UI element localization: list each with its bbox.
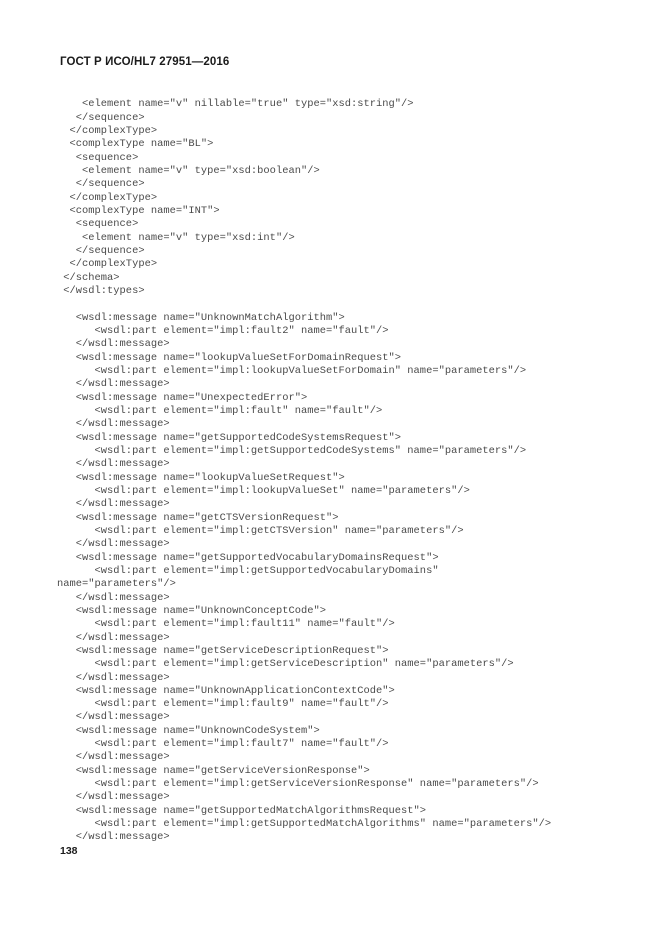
code-line: <complexType name="BL"> <box>57 138 214 151</box>
code-line: <wsdl:part element="impl:lookupValueSet"… <box>57 484 470 497</box>
code-line: <wsdl:part element="impl:getSupportedMat… <box>57 818 552 831</box>
code-line: <wsdl:message name="lookupValueSetReques… <box>57 471 345 484</box>
code-line: <wsdl:part element="impl:fault9" name="f… <box>57 698 389 711</box>
code-line: </wsdl:message> <box>57 631 170 644</box>
code-line: </wsdl:message> <box>57 378 170 391</box>
code-line: </sequence> <box>57 178 145 191</box>
code-line: <wsdl:part element="impl:fault7" name="f… <box>57 738 389 751</box>
code-line: </wsdl:message> <box>57 831 170 844</box>
code-line: <wsdl:message name="getServiceDescriptio… <box>57 644 389 657</box>
code-line: </sequence> <box>57 111 145 124</box>
code-line: <wsdl:message name="UnknownCodeSystem"> <box>57 724 320 737</box>
code-line: </complexType> <box>57 258 158 271</box>
code-line: <wsdl:message name="getSupportedVocabula… <box>57 551 439 564</box>
code-line: <element name="v" type="xsd:boolean"/> <box>57 165 320 178</box>
code-line: <wsdl:part element="impl:getServiceVersi… <box>57 778 539 791</box>
code-line: </wsdl:message> <box>57 711 170 724</box>
code-line: <element name="v" type="xsd:int"/> <box>57 231 295 244</box>
code-line: </wsdl:message> <box>57 591 170 604</box>
code-line: </wsdl:message> <box>57 418 170 431</box>
code-line: </wsdl:message> <box>57 338 170 351</box>
code-line: <wsdl:message name="UnknownConceptCode"> <box>57 604 326 617</box>
code-line: <sequence> <box>57 218 139 231</box>
code-line: </sequence> <box>57 245 145 257</box>
code-line: </wsdl:message> <box>57 751 170 764</box>
code-line: <wsdl:part element="impl:getSupportedCod… <box>57 444 527 457</box>
wsdl-code-listing: <element name="v" nillable="true" type="… <box>57 98 637 844</box>
code-line: <wsdl:message name="getCTSVersionRequest… <box>57 511 339 524</box>
code-line: <wsdl:part element="impl:getSupportedVoc… <box>57 564 439 577</box>
code-line: <wsdl:part element="impl:fault" name="fa… <box>57 404 383 417</box>
code-line: </wsdl:types> <box>57 284 145 297</box>
code-line: </wsdl:message> <box>57 538 170 551</box>
code-line: <wsdl:message name="UnexpectedError"> <box>57 391 308 404</box>
code-line: <wsdl:part element="impl:getCTSVersion" … <box>57 524 464 537</box>
code-line: <wsdl:message name="getServiceVersionRes… <box>57 764 370 777</box>
code-line: <wsdl:part element="impl:fault11" name="… <box>57 618 395 631</box>
code-line: </schema> <box>57 271 120 284</box>
code-line: </wsdl:message> <box>57 791 170 804</box>
code-line: <wsdl:part element="impl:getServiceDescr… <box>57 658 514 671</box>
code-line: <wsdl:part element="impl:fault2" name="f… <box>57 324 389 337</box>
page-number: 138 <box>60 845 78 857</box>
code-line: name="parameters"/> <box>57 578 176 591</box>
code-line: <wsdl:message name="UnknownMatchAlgorith… <box>57 311 345 324</box>
running-header-standard-title: ГОСТ Р ИСО/HL7 27951—2016 <box>60 56 230 68</box>
document-page: ГОСТ Р ИСО/HL7 27951—2016 <element name=… <box>0 0 661 935</box>
code-line: <wsdl:part element="impl:lookupValueSetF… <box>57 364 527 377</box>
code-line: </complexType> <box>57 125 158 138</box>
code-line: <complexType name="INT"> <box>57 205 220 218</box>
code-line: <wsdl:message name="getSupportedMatchAlg… <box>57 804 427 817</box>
code-line: <sequence> <box>57 151 139 164</box>
code-line: </complexType> <box>57 191 158 204</box>
code-line: <wsdl:message name="lookupValueSetForDom… <box>57 351 402 364</box>
code-line: <element name="v" nillable="true" type="… <box>57 98 414 111</box>
code-line: </wsdl:message> <box>57 671 170 684</box>
code-line: </wsdl:message> <box>57 498 170 511</box>
code-line: <wsdl:message name="UnknownApplicationCo… <box>57 684 395 697</box>
code-line: </wsdl:message> <box>57 458 170 471</box>
code-line: <wsdl:message name="getSupportedCodeSyst… <box>57 431 402 444</box>
